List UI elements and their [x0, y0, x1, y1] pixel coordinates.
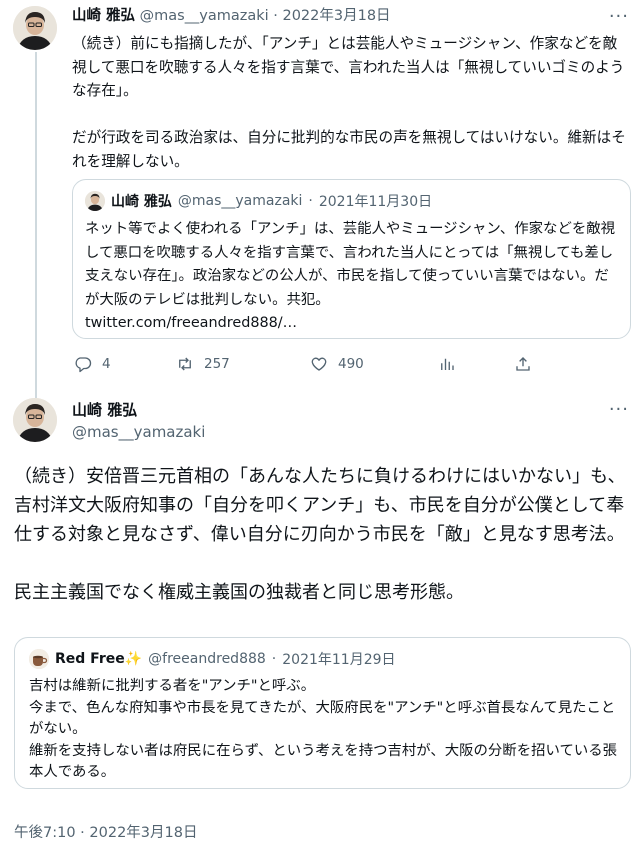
retweet-button[interactable]: 257: [176, 350, 230, 378]
tweet-text: （続き）安倍晋三元首相の「あんな人たちに負けるわけにはいかない」も、吉村洋文大阪…: [14, 466, 626, 603]
retweet-count: 257: [204, 356, 230, 372]
tweet-text: （続き）前にも指摘したが、「アンチ」とは芸能人やミュージシャン、作家などを敵視し…: [72, 35, 626, 170]
quoted-tweet-header: 山崎 雅弘 @mas__yamazaki · 2021年11月30日: [85, 190, 432, 212]
tweet-header: 山崎 雅弘 @mas__yamazaki · 2022年3月18日: [72, 4, 391, 28]
quoted-tweet-text: ネット等でよく使われる「アンチ」は、芸能人やミュージシャン、作家などを敵視して悪…: [85, 221, 616, 331]
like-count: 490: [338, 356, 364, 372]
more-options-button[interactable]: ···: [609, 399, 629, 420]
separator-dot: ·: [308, 193, 313, 209]
quoted-author-name: 山崎 雅弘: [111, 194, 172, 210]
quoted-author-name: Red Free✨: [55, 651, 143, 667]
quoted-tweet-text: 吉村は維新に批判する者を"アンチ"と呼ぶ。 今まで、色んな府知事や市長を見てきた…: [29, 678, 618, 780]
quoted-tweet-date: 2021年11月29日: [282, 652, 396, 668]
bar-chart-icon: [441, 358, 454, 370]
avatar[interactable]: [13, 6, 57, 50]
quoted-tweet[interactable]: 山崎 雅弘 @mas__yamazaki · 2021年11月30日 ネット等で…: [72, 179, 631, 339]
quoted-tweet-date: 2021年11月30日: [318, 194, 433, 210]
tweet-date[interactable]: 2022年3月18日: [282, 8, 390, 24]
author-name[interactable]: 山崎 雅弘: [72, 399, 137, 420]
share-icon: [516, 357, 530, 371]
author-handle[interactable]: @mas__yamazaki: [140, 8, 269, 24]
author-handle[interactable]: @mas__yamazaki: [72, 423, 205, 441]
like-button[interactable]: 490: [310, 350, 364, 378]
avatar: [29, 649, 49, 669]
tweet-actions: 4 257 490: [72, 350, 592, 378]
separator-dot: ·: [271, 651, 277, 667]
quoted-author-handle: @mas__yamazaki: [177, 193, 303, 209]
quoted-tweet[interactable]: Red Free✨ @freeandred888 · 2021年11月29日 吉…: [14, 637, 631, 789]
reply-count: 4: [102, 356, 111, 372]
quoted-tweet-header: Red Free✨ @freeandred888 · 2021年11月29日: [29, 648, 396, 670]
thread-connector-line: [35, 52, 37, 398]
reply-button[interactable]: 4: [74, 350, 111, 378]
share-button[interactable]: [514, 350, 532, 378]
quoted-author-handle: @freeandred888: [148, 651, 266, 667]
retweet-icon: [179, 357, 191, 371]
heart-icon: [311, 357, 327, 371]
separator-dot: ·: [273, 8, 278, 24]
author-name[interactable]: 山崎 雅弘: [72, 8, 135, 24]
reply-icon: [75, 357, 92, 373]
avatar[interactable]: [13, 398, 57, 442]
more-options-button[interactable]: ···: [609, 6, 629, 27]
analytics-button[interactable]: [438, 350, 456, 378]
avatar: [85, 191, 105, 211]
tweet-timestamp[interactable]: 午後7:10 · 2022年3月18日: [14, 821, 197, 842]
